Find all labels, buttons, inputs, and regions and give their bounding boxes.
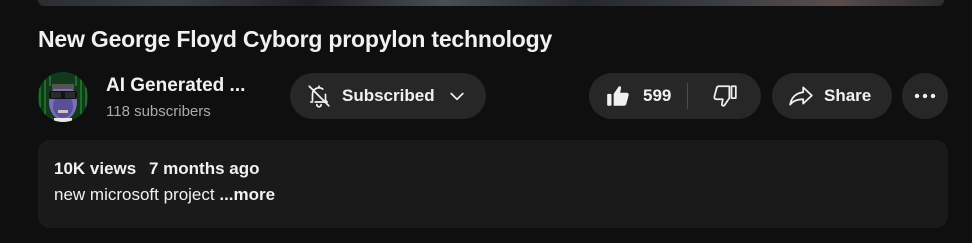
description-snippet: new microsoft project [54, 185, 220, 204]
video-watch-metadata: New George Floyd Cyborg propylon technol… [0, 0, 972, 243]
video-player-edge[interactable] [38, 0, 944, 6]
subscribe-label: Subscribed [342, 86, 435, 105]
like-dislike-group: 599 [589, 73, 761, 119]
chevron-down-icon [449, 92, 464, 101]
more-horizontal-icon [914, 93, 936, 99]
thumbs-down-icon [712, 85, 737, 107]
like-count: 599 [643, 86, 672, 105]
video-stats: 10K views 7 months ago [54, 159, 259, 179]
channel-avatar[interactable] [38, 72, 88, 122]
bell-off-icon [308, 85, 330, 108]
thumbs-up-icon [607, 86, 629, 106]
description-text: new microsoft project ...more [54, 185, 275, 205]
cyborg-face-avatar-icon [38, 72, 88, 122]
subscriber-count: 118 subscribers [106, 103, 211, 120]
channel-name[interactable]: AI Generated ... [106, 75, 245, 97]
dislike-button[interactable] [688, 73, 761, 119]
show-more-link[interactable]: ...more [219, 185, 275, 204]
upload-age: 7 months ago [148, 159, 260, 178]
like-button[interactable]: 599 [589, 73, 687, 119]
subscribe-button[interactable]: Subscribed [290, 73, 486, 119]
share-button[interactable]: Share [772, 73, 892, 119]
share-arrow-icon [789, 86, 813, 106]
description-box[interactable]: 10K views 7 months ago new microsoft pro… [38, 140, 948, 228]
view-count: 10K views [54, 159, 137, 178]
share-label: Share [824, 86, 872, 105]
video-title: New George Floyd Cyborg propylon technol… [38, 26, 553, 52]
more-actions-button[interactable] [902, 73, 948, 119]
